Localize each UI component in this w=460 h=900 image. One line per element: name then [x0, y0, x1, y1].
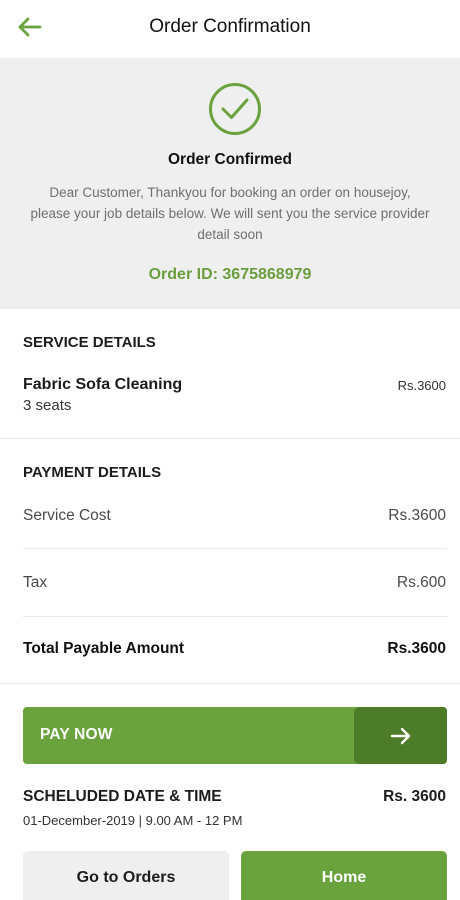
- payment-row-label: Tax: [23, 574, 48, 591]
- check-circle-icon: [208, 82, 262, 136]
- app-header: Order Confirmation: [0, 0, 460, 58]
- go-to-orders-button[interactable]: Go to Orders: [23, 851, 229, 900]
- service-quantity: 3 seats: [23, 397, 72, 414]
- payment-row-label: Service Cost: [23, 507, 111, 524]
- payment-details-title: PAYMENT DETAILS: [23, 464, 162, 481]
- divider: [0, 683, 460, 684]
- payment-row-service-cost: Service Cost Rs.3600: [23, 507, 446, 525]
- service-details-title: SERVICE DETAILS: [23, 334, 156, 351]
- page-title: Order Confirmation: [149, 16, 311, 37]
- confirmation-panel: Order Confirmed Dear Customer, Thankyou …: [0, 58, 460, 309]
- arrow-right-icon: [390, 727, 410, 744]
- schedule-datetime: 01-December-2019 | 9.00 AM - 12 PM: [23, 813, 243, 828]
- payment-row-tax: Tax Rs.600: [23, 574, 446, 592]
- payment-row-value: Rs.3600: [388, 507, 446, 524]
- home-button[interactable]: Home: [241, 851, 447, 900]
- pay-now-arrow-area: [354, 707, 447, 764]
- service-price: Rs.3600: [397, 378, 446, 393]
- confirmation-title: Order Confirmed: [167, 151, 292, 168]
- confirmation-message: Dear Customer, Thankyou for booking an o…: [30, 185, 430, 242]
- schedule-amount: Rs. 3600: [383, 788, 446, 805]
- total-label: Total Payable Amount: [23, 640, 185, 657]
- schedule-title: SCHELUDED DATE & TIME: [23, 788, 222, 805]
- pay-now-label: PAY NOW: [40, 726, 113, 743]
- total-value: Rs.3600: [387, 640, 446, 657]
- divider: [0, 438, 460, 439]
- divider: [23, 616, 447, 617]
- service-name: Fabric Sofa Cleaning: [23, 376, 183, 393]
- pay-now-button[interactable]: PAY NOW: [23, 707, 447, 764]
- payment-row-value: Rs.600: [396, 574, 446, 591]
- payment-row-total: Total Payable Amount Rs.3600: [23, 640, 446, 658]
- divider: [23, 548, 447, 549]
- order-id: Order ID: 3675868979: [148, 266, 312, 283]
